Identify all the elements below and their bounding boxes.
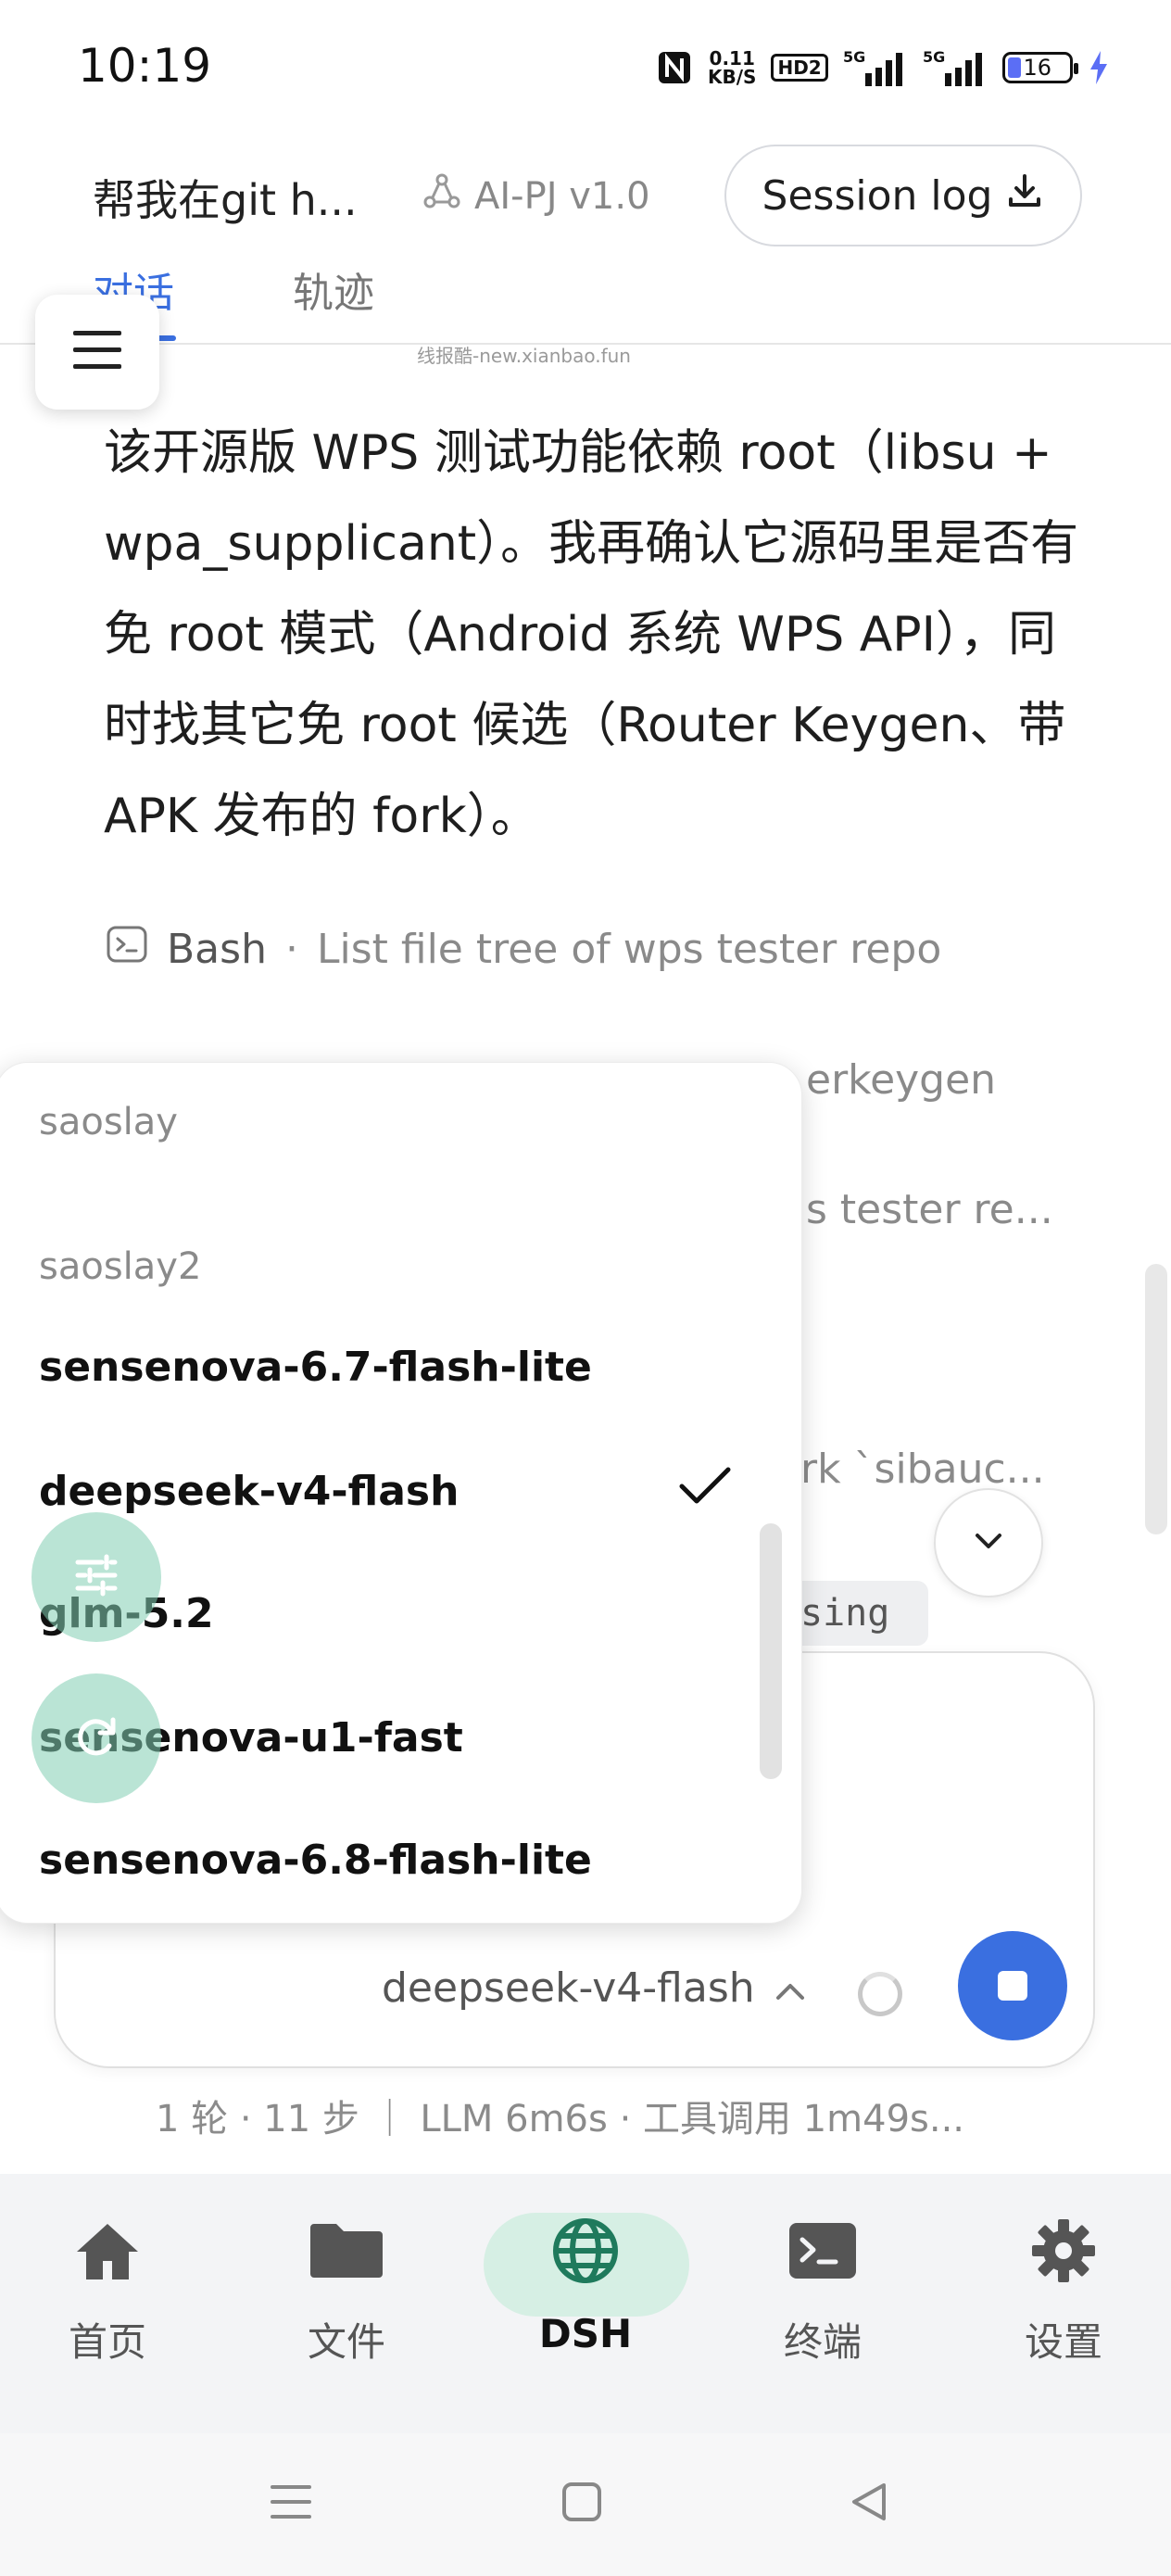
tab-trace[interactable]: 轨迹 — [293, 259, 374, 319]
model-badge: AI-PJ v1.0 — [422, 172, 650, 221]
menu-button[interactable] — [35, 295, 159, 410]
menu-lines-icon — [269, 2485, 313, 2528]
session-log-button[interactable]: Session log — [724, 145, 1082, 246]
nav-files-label: 文件 — [307, 2319, 385, 2365]
nav-settings[interactable]: 设置 — [971, 2211, 1156, 2368]
nav-dsh-label: DSH — [538, 2311, 633, 2356]
home-system-button[interactable] — [560, 2480, 604, 2528]
gear-icon — [1030, 2211, 1097, 2291]
terminal-icon — [106, 923, 148, 976]
nav-terminal[interactable]: 终端 — [730, 2211, 915, 2368]
page-scrollbar[interactable] — [1145, 1264, 1167, 1534]
hd-voice-icon: HD2 — [771, 54, 828, 82]
model-group-header: saoslay — [39, 1101, 178, 1143]
conversation-title[interactable]: 帮我在git h... — [93, 167, 358, 228]
watermark: 线报酷-new.xianbao.fun — [417, 345, 631, 367]
back-button[interactable] — [847, 2480, 891, 2528]
signal-5g-icon: 5G — [843, 47, 908, 88]
tool-separator: · — [284, 926, 298, 973]
hamburger-icon — [71, 327, 123, 377]
tool-call-row-partial[interactable]: rk `sibauc... — [800, 1446, 1045, 1493]
square-icon — [560, 2482, 604, 2528]
download-icon — [1005, 171, 1044, 221]
chevron-up-icon — [774, 1964, 807, 2012]
globe-icon — [551, 2211, 620, 2291]
net-speed-unit: KB/S — [708, 66, 757, 88]
dropdown-scrollbar[interactable] — [760, 1523, 782, 1779]
back-triangle-icon — [847, 2483, 891, 2528]
nfc-icon — [656, 49, 693, 86]
battery-level: 16 — [1023, 55, 1051, 81]
recent-apps-button[interactable] — [269, 2480, 313, 2528]
ai-nodes-icon — [422, 172, 461, 221]
model-badge-label: AI-PJ v1.0 — [474, 175, 650, 218]
model-group-header: saoslay2 — [39, 1245, 202, 1288]
model-option[interactable]: sensenova-6.8-flash-lite — [39, 1837, 762, 1884]
chevron-down-icon — [970, 1530, 1007, 1556]
nav-settings-label: 设置 — [1024, 2319, 1102, 2365]
inline-code-chip: sing — [789, 1581, 928, 1646]
run-stats: 1 轮 · 11 步 ｜ LLM 6m6s · 工具调用 1m49s... — [156, 2098, 965, 2140]
model-option[interactable]: sensenova-6.7-flash-lite — [39, 1344, 762, 1391]
tool-call-row-partial[interactable]: s tester re... — [806, 1186, 1053, 1233]
status-icons: 0.11 KB/S HD2 5G 5G 16 — [656, 44, 1110, 91]
nav-home[interactable]: 首页 — [15, 2211, 200, 2368]
terminal-icon — [787, 2211, 858, 2291]
tool-call-row[interactable]: Bash · List file tree of wps tester repo — [106, 923, 941, 976]
sliders-icon — [70, 1549, 122, 1605]
session-log-label: Session log — [762, 171, 993, 220]
model-selector[interactable]: deepseek-v4-flash — [382, 1964, 807, 2012]
stop-button[interactable] — [958, 1931, 1067, 2040]
scroll-to-bottom-button[interactable] — [934, 1488, 1043, 1597]
signal-5g-icon: 5G — [923, 47, 988, 88]
model-option-selected[interactable]: deepseek-v4-flash — [39, 1468, 762, 1515]
nav-dsh[interactable]: DSH — [493, 2211, 678, 2356]
folder-icon — [307, 2211, 386, 2291]
model-selector-label: deepseek-v4-flash — [382, 1964, 755, 2012]
refresh-button[interactable] — [31, 1673, 161, 1803]
svg-text:5G: 5G — [843, 48, 865, 66]
stop-icon — [998, 1971, 1027, 2001]
assistant-message: 该开源版 WPS 测试功能依赖 root（libsu + wpa_supplic… — [104, 425, 1079, 844]
tune-button[interactable] — [31, 1512, 161, 1642]
checkmark-icon — [676, 1464, 734, 1510]
svg-text:5G: 5G — [923, 48, 945, 66]
tool-call-row-partial[interactable]: erkeygen — [806, 1056, 996, 1104]
nav-terminal-label: 终端 — [783, 2319, 862, 2365]
battery-icon: 16 — [1001, 52, 1078, 83]
home-icon — [73, 2211, 142, 2291]
loading-spinner-icon — [858, 1972, 902, 2016]
tool-description: List file tree of wps tester repo — [316, 926, 942, 973]
net-speed: 0.11 KB/S — [708, 49, 756, 86]
nav-home-label: 首页 — [68, 2319, 146, 2365]
tool-name: Bash — [167, 926, 267, 973]
status-time: 10:19 — [78, 39, 212, 93]
nav-files[interactable]: 文件 — [254, 2211, 439, 2368]
refresh-icon — [70, 1711, 122, 1766]
charging-bolt-icon — [1088, 49, 1110, 86]
